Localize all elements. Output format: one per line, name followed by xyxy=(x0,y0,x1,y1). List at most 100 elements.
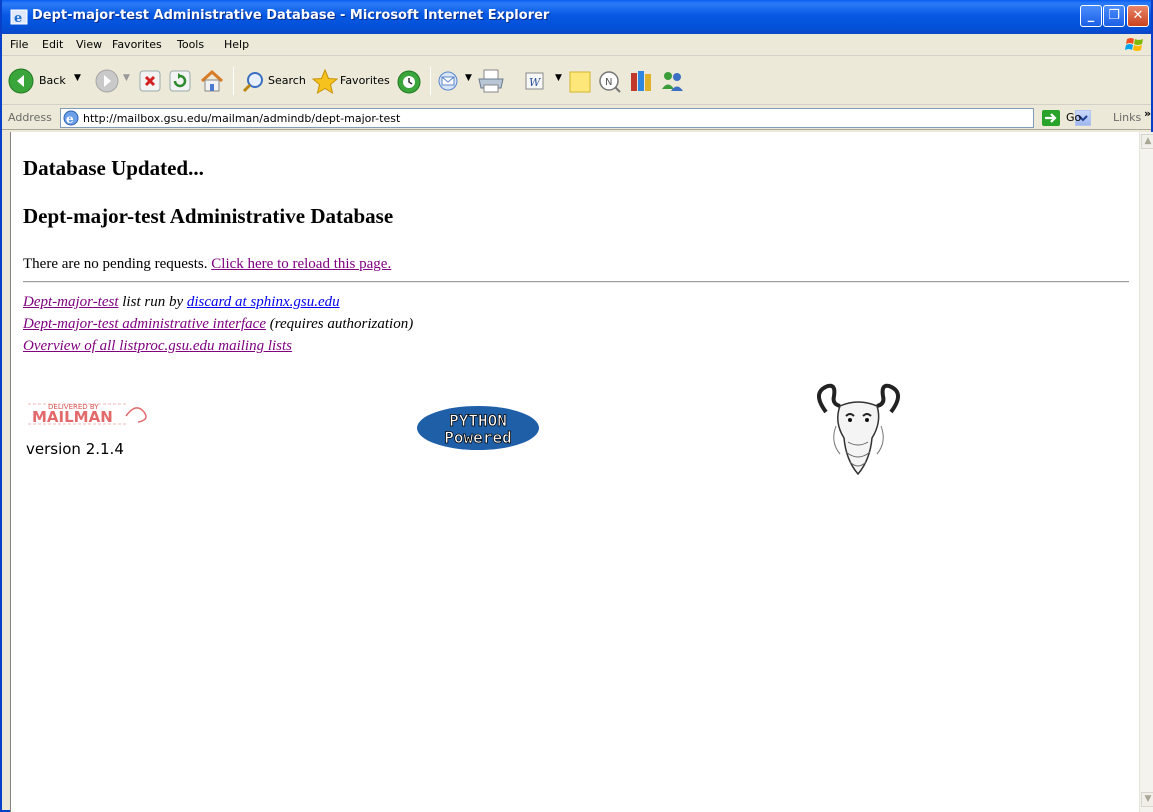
close-icon: ✕ xyxy=(1132,8,1144,23)
svg-text:W: W xyxy=(529,76,542,89)
toolbar-separator xyxy=(233,67,234,95)
mail-button[interactable] xyxy=(437,70,465,92)
menu-help[interactable]: Help xyxy=(224,38,249,51)
horizontal-rule xyxy=(23,281,1129,283)
browser-window: e Dept-major-test Administrative Databas… xyxy=(0,0,1153,812)
database-updated-heading: Database Updated... xyxy=(23,156,204,180)
mailman-version: version 2.1.4 xyxy=(26,440,124,458)
refresh-icon xyxy=(169,70,191,92)
gnu-head-logo[interactable] xyxy=(806,382,911,482)
svg-text:N: N xyxy=(605,77,612,88)
list-info-link[interactable]: Dept-major-test xyxy=(23,294,119,310)
links-chevron-icon[interactable]: » xyxy=(1144,107,1151,120)
chevron-up-icon: ▲ xyxy=(1144,136,1152,146)
vertical-scrollbar[interactable]: ▲ ▼ xyxy=(1139,132,1153,812)
media-button[interactable] xyxy=(629,68,655,94)
history-button[interactable] xyxy=(396,69,422,95)
menu-favorites[interactable]: Favorites xyxy=(112,38,162,51)
pending-message: There are no pending requests. xyxy=(23,256,208,272)
mailman-logo-image: DELIVERED BY MAILMAN xyxy=(26,398,156,430)
edit-dropdown-icon[interactable]: ▼ xyxy=(555,73,562,83)
go-button[interactable] xyxy=(1042,110,1060,126)
restore-icon: ❐ xyxy=(1108,8,1120,23)
page-viewport: Database Updated... Dept-major-test Admi… xyxy=(10,132,1139,812)
contacts-button[interactable] xyxy=(660,69,686,93)
ie-icon: e xyxy=(10,9,28,26)
search-button[interactable] xyxy=(242,70,266,94)
python-powered-logo[interactable]: PYTHON Powered xyxy=(416,404,541,452)
footer-admin-line: Dept-major-test administrative interface… xyxy=(23,316,413,333)
research-icon: N xyxy=(599,71,621,93)
home-icon xyxy=(200,69,224,92)
svg-text:e: e xyxy=(14,11,22,26)
address-label: Address xyxy=(8,111,52,124)
overview-lists-link[interactable]: Overview of all listproc.gsu.edu mailing… xyxy=(23,338,292,354)
address-bar: Address e http://mailbox.gsu.edu/mailman… xyxy=(2,106,1151,130)
search-icon xyxy=(242,72,263,93)
pending-requests-text: There are no pending requests. Click her… xyxy=(23,256,391,273)
reload-link[interactable]: Click here to reload this page. xyxy=(211,256,391,272)
search-label[interactable]: Search xyxy=(268,74,306,87)
printer-icon xyxy=(478,69,504,93)
mail-dropdown-icon[interactable]: ▼ xyxy=(465,73,472,83)
admin-interface-link[interactable]: Dept-major-test administrative interface xyxy=(23,316,266,332)
chevron-down-icon: ▼ xyxy=(1144,794,1152,804)
svg-text:e: e xyxy=(66,112,74,126)
windows-logo-icon xyxy=(1125,38,1143,51)
forward-dropdown-icon[interactable]: ▼ xyxy=(123,73,130,83)
forward-button[interactable] xyxy=(95,69,119,93)
star-icon xyxy=(311,68,339,95)
back-arrow-icon xyxy=(8,68,34,94)
menu-bar: File Edit View Favorites Tools Help xyxy=(2,34,1151,56)
back-button[interactable] xyxy=(8,68,34,94)
discuss-button[interactable] xyxy=(568,69,594,95)
title-bar[interactable]: e Dept-major-test Administrative Databas… xyxy=(2,0,1151,34)
messenger-button[interactable]: N xyxy=(598,70,622,94)
favorites-button[interactable] xyxy=(311,68,339,96)
history-icon xyxy=(397,70,421,94)
menu-file[interactable]: File xyxy=(10,38,28,51)
back-label[interactable]: Back xyxy=(39,74,66,87)
menu-edit[interactable]: Edit xyxy=(42,38,63,51)
books-icon xyxy=(631,71,651,91)
minimize-button[interactable]: _ xyxy=(1080,5,1102,27)
requires-authorization-text: (requires authorization) xyxy=(266,316,414,332)
home-button[interactable] xyxy=(199,69,225,93)
links-label[interactable]: Links xyxy=(1113,111,1141,124)
gnu-head-icon xyxy=(817,383,900,476)
footer-overview-line: Overview of all listproc.gsu.edu mailing… xyxy=(23,338,292,355)
menu-view[interactable]: View xyxy=(76,38,102,51)
stop-icon xyxy=(139,70,161,92)
menu-tools[interactable]: Tools xyxy=(177,38,204,51)
stop-button[interactable] xyxy=(139,70,161,92)
address-url[interactable]: http://mailbox.gsu.edu/mailman/admindb/d… xyxy=(83,112,400,125)
refresh-button[interactable] xyxy=(169,70,191,92)
favorites-label[interactable]: Favorites xyxy=(340,74,390,87)
mailman-logo[interactable]: DELIVERED BY MAILMAN xyxy=(26,398,156,430)
page-title: Dept-major-test Administrative Database xyxy=(23,204,394,228)
edit-button[interactable]: W xyxy=(524,71,546,91)
scroll-down-button[interactable]: ▼ xyxy=(1141,792,1153,807)
python-logo-line2: Powered xyxy=(444,428,511,447)
footer-list-line: Dept-major-test list run by discard at s… xyxy=(23,294,340,311)
python-logo-image: PYTHON Powered xyxy=(417,406,539,450)
mail-icon xyxy=(438,71,458,91)
address-input[interactable]: e http://mailbox.gsu.edu/mailman/admindb… xyxy=(60,108,1091,128)
go-arrow-icon xyxy=(1045,113,1057,123)
maximize-button[interactable]: ❐ xyxy=(1103,5,1125,27)
go-label[interactable]: Go xyxy=(1066,111,1081,124)
page-icon: e xyxy=(63,110,79,126)
list-run-by-text: list run by xyxy=(118,294,187,310)
toolbar-separator xyxy=(430,67,431,95)
word-icon: W xyxy=(525,72,544,90)
back-dropdown-icon[interactable]: ▼ xyxy=(74,73,81,83)
owner-email-link[interactable]: discard at sphinx.gsu.edu xyxy=(187,294,340,310)
people-icon xyxy=(662,72,683,91)
close-button[interactable]: ✕ xyxy=(1127,5,1149,27)
note-icon xyxy=(569,71,591,93)
print-button[interactable] xyxy=(477,68,505,94)
forward-arrow-icon xyxy=(95,69,119,93)
scroll-up-button[interactable]: ▲ xyxy=(1141,134,1153,149)
minimize-icon: _ xyxy=(1087,8,1095,23)
mailman-text: MAILMAN xyxy=(32,408,113,426)
